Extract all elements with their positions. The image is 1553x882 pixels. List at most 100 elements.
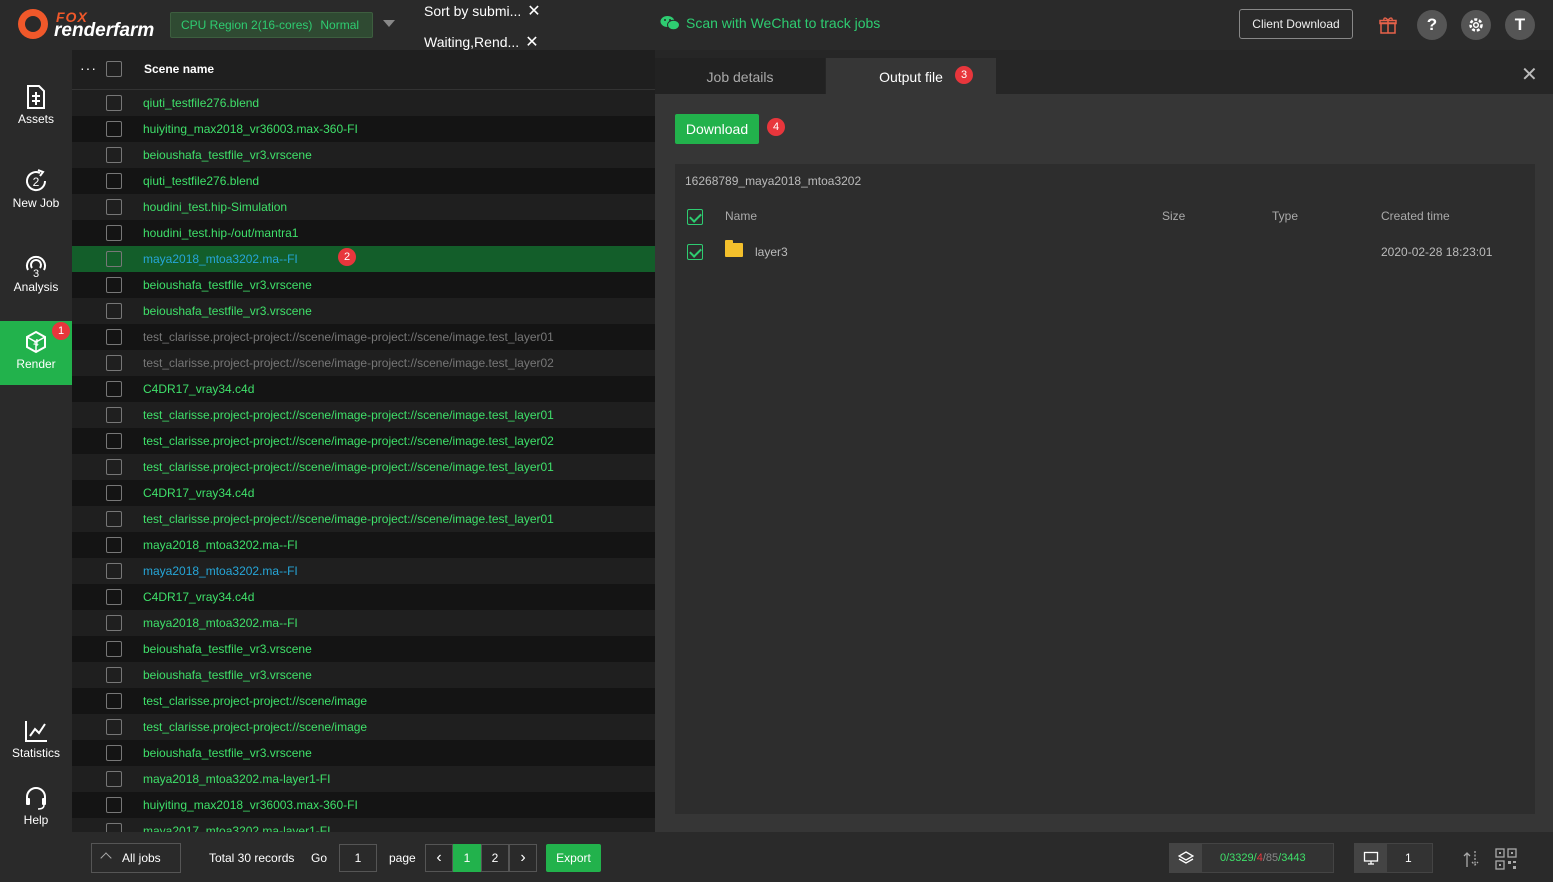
row-checkbox[interactable] [106,251,122,267]
row-checkbox[interactable] [106,173,122,189]
fox-renderfarm-logo[interactable]: FOX renderfarm [18,9,168,41]
row-checkbox[interactable] [106,225,122,241]
row-checkbox[interactable] [106,771,122,787]
settings-gear-icon[interactable] [1461,10,1491,40]
scene-name[interactable]: test_clarisse.project-project://scene/im… [143,720,367,734]
row-checkbox[interactable] [106,719,122,735]
scene-name[interactable]: beioushafa_testfile_vr3.vrscene [143,746,312,760]
table-row[interactable]: huiyiting_max2018_vr36003.max-360-FI [72,792,655,818]
column-menu-icon[interactable]: ··· [80,60,97,76]
scene-name[interactable]: huiyiting_max2018_vr36003.max-360-FI [143,798,358,812]
table-row[interactable]: beioushafa_testfile_vr3.vrscene [72,298,655,324]
column-type[interactable]: Type [1272,209,1298,223]
sidebar-item-assets[interactable]: Assets [0,76,72,140]
row-checkbox[interactable] [106,615,122,631]
table-row[interactable]: test_clarisse.project-project://scene/im… [72,324,655,350]
scene-name[interactable]: test_clarisse.project-project://scene/im… [143,694,367,708]
user-avatar[interactable]: T [1505,10,1535,40]
table-row[interactable]: qiuti_testfile276.blend [72,168,655,194]
scene-name[interactable]: C4DR17_vray34.c4d [143,382,254,396]
help-icon[interactable]: ? [1417,10,1447,40]
scene-name[interactable]: qiuti_testfile276.blend [143,174,259,188]
row-checkbox[interactable] [106,433,122,449]
table-row[interactable]: houdini_test.hip-Simulation [72,194,655,220]
table-row[interactable]: maya2018_mtoa3202.ma--FI 2 [72,246,655,272]
scene-name[interactable]: beioushafa_testfile_vr3.vrscene [143,278,312,292]
table-row[interactable]: test_clarisse.project-project://scene/im… [72,506,655,532]
filter-chip-close-icon[interactable]: ✕ [525,34,538,51]
scene-name[interactable]: beioushafa_testfile_vr3.vrscene [143,642,312,656]
scene-name[interactable]: huiyiting_max2018_vr36003.max-360-FI [143,122,358,136]
table-row[interactable]: maya2018_mtoa3202.ma--FI [72,558,655,584]
row-checkbox[interactable] [106,277,122,293]
sidebar-item-new-job[interactable]: 2 New Job [0,160,72,224]
sort-transfer-icon[interactable] [1461,849,1481,874]
table-row[interactable]: maya2017_mtoa3202.ma-layer1-FI [72,818,655,832]
prev-page-button[interactable]: ‹ [425,844,453,872]
table-row[interactable]: C4DR17_vray34.c4d [72,584,655,610]
table-row[interactable]: maya2018_mtoa3202.ma--FI [72,532,655,558]
row-checkbox[interactable] [106,407,122,423]
sidebar-item-render[interactable]: 4 Render 1 [0,321,72,385]
scene-name[interactable]: maya2018_mtoa3202.ma--FI [143,538,298,552]
table-row[interactable]: maya2018_mtoa3202.ma-layer1-FI [72,766,655,792]
region-dropdown-caret-icon[interactable] [383,20,395,27]
scene-name[interactable]: test_clarisse.project-project://scene/im… [143,408,554,422]
sidebar-item-help[interactable]: Help [0,777,72,841]
row-checkbox[interactable] [106,147,122,163]
row-checkbox[interactable] [106,199,122,215]
scene-name[interactable]: maya2018_mtoa3202.ma-layer1-FI [143,772,330,786]
table-row[interactable]: huiyiting_max2018_vr36003.max-360-FI [72,116,655,142]
all-jobs-toggle[interactable]: All jobs [91,843,181,873]
file-row-checkbox[interactable] [687,244,703,260]
table-row[interactable]: beioushafa_testfile_vr3.vrscene [72,740,655,766]
select-all-checkbox[interactable] [106,61,122,77]
column-name[interactable]: Name [725,209,757,223]
region-selector[interactable]: CPU Region 2(16-cores) Normal [170,12,373,38]
wechat-track-link[interactable]: Scan with WeChat to track jobs [660,15,880,31]
scene-name[interactable]: beioushafa_testfile_vr3.vrscene [143,148,312,162]
scene-name[interactable]: houdini_test.hip-/out/mantra1 [143,226,298,240]
sidebar-item-statistics[interactable]: Statistics [0,710,72,774]
row-checkbox[interactable] [106,797,122,813]
scene-name[interactable]: C4DR17_vray34.c4d [143,486,254,500]
row-checkbox[interactable] [106,329,122,345]
row-checkbox[interactable] [106,303,122,319]
row-checkbox[interactable] [106,485,122,501]
select-all-files-checkbox[interactable] [687,209,703,225]
scene-name[interactable]: beioushafa_testfile_vr3.vrscene [143,668,312,682]
scene-name[interactable]: maya2018_mtoa3202.ma--FI [143,616,298,630]
row-checkbox[interactable] [106,589,122,605]
table-row[interactable]: C4DR17_vray34.c4d [72,480,655,506]
row-checkbox[interactable] [106,745,122,761]
page-number-input[interactable]: 1 [339,844,377,872]
tab-job-details[interactable]: Job details [655,58,825,94]
row-checkbox[interactable] [106,121,122,137]
table-row[interactable]: test_clarisse.project-project://scene/im… [72,350,655,376]
table-row[interactable]: beioushafa_testfile_vr3.vrscene [72,636,655,662]
page-1-button[interactable]: 1 [453,844,481,872]
scene-name[interactable]: qiuti_testfile276.blend [143,96,259,110]
row-checkbox[interactable] [106,511,122,527]
close-panel-icon[interactable]: ✕ [1521,62,1538,87]
row-checkbox[interactable] [106,537,122,553]
column-scene-name[interactable]: Scene name [144,62,214,76]
filter-chip-close-icon[interactable]: ✕ [527,3,540,20]
qr-code-icon[interactable] [1495,848,1517,875]
column-size[interactable]: Size [1162,209,1185,223]
scene-name[interactable]: beioushafa_testfile_vr3.vrscene [143,304,312,318]
table-row[interactable]: houdini_test.hip-/out/mantra1 [72,220,655,246]
scene-name[interactable]: maya2018_mtoa3202.ma--FI [143,564,298,578]
table-row[interactable]: beioushafa_testfile_vr3.vrscene [72,272,655,298]
table-row[interactable]: beioushafa_testfile_vr3.vrscene [72,662,655,688]
scene-name[interactable]: maya2017_mtoa3202.ma-layer1-FI [143,824,330,832]
scene-name[interactable]: test_clarisse.project-project://scene/im… [143,460,554,474]
scene-name[interactable]: maya2018_mtoa3202.ma--FI [143,252,298,266]
gift-icon[interactable] [1373,10,1403,40]
table-row[interactable]: test_clarisse.project-project://scene/im… [72,714,655,740]
scene-name[interactable]: test_clarisse.project-project://scene/im… [143,330,554,344]
scene-name[interactable]: houdini_test.hip-Simulation [143,200,287,214]
table-row[interactable]: test_clarisse.project-project://scene/im… [72,402,655,428]
table-row[interactable]: C4DR17_vray34.c4d [72,376,655,402]
row-checkbox[interactable] [106,667,122,683]
